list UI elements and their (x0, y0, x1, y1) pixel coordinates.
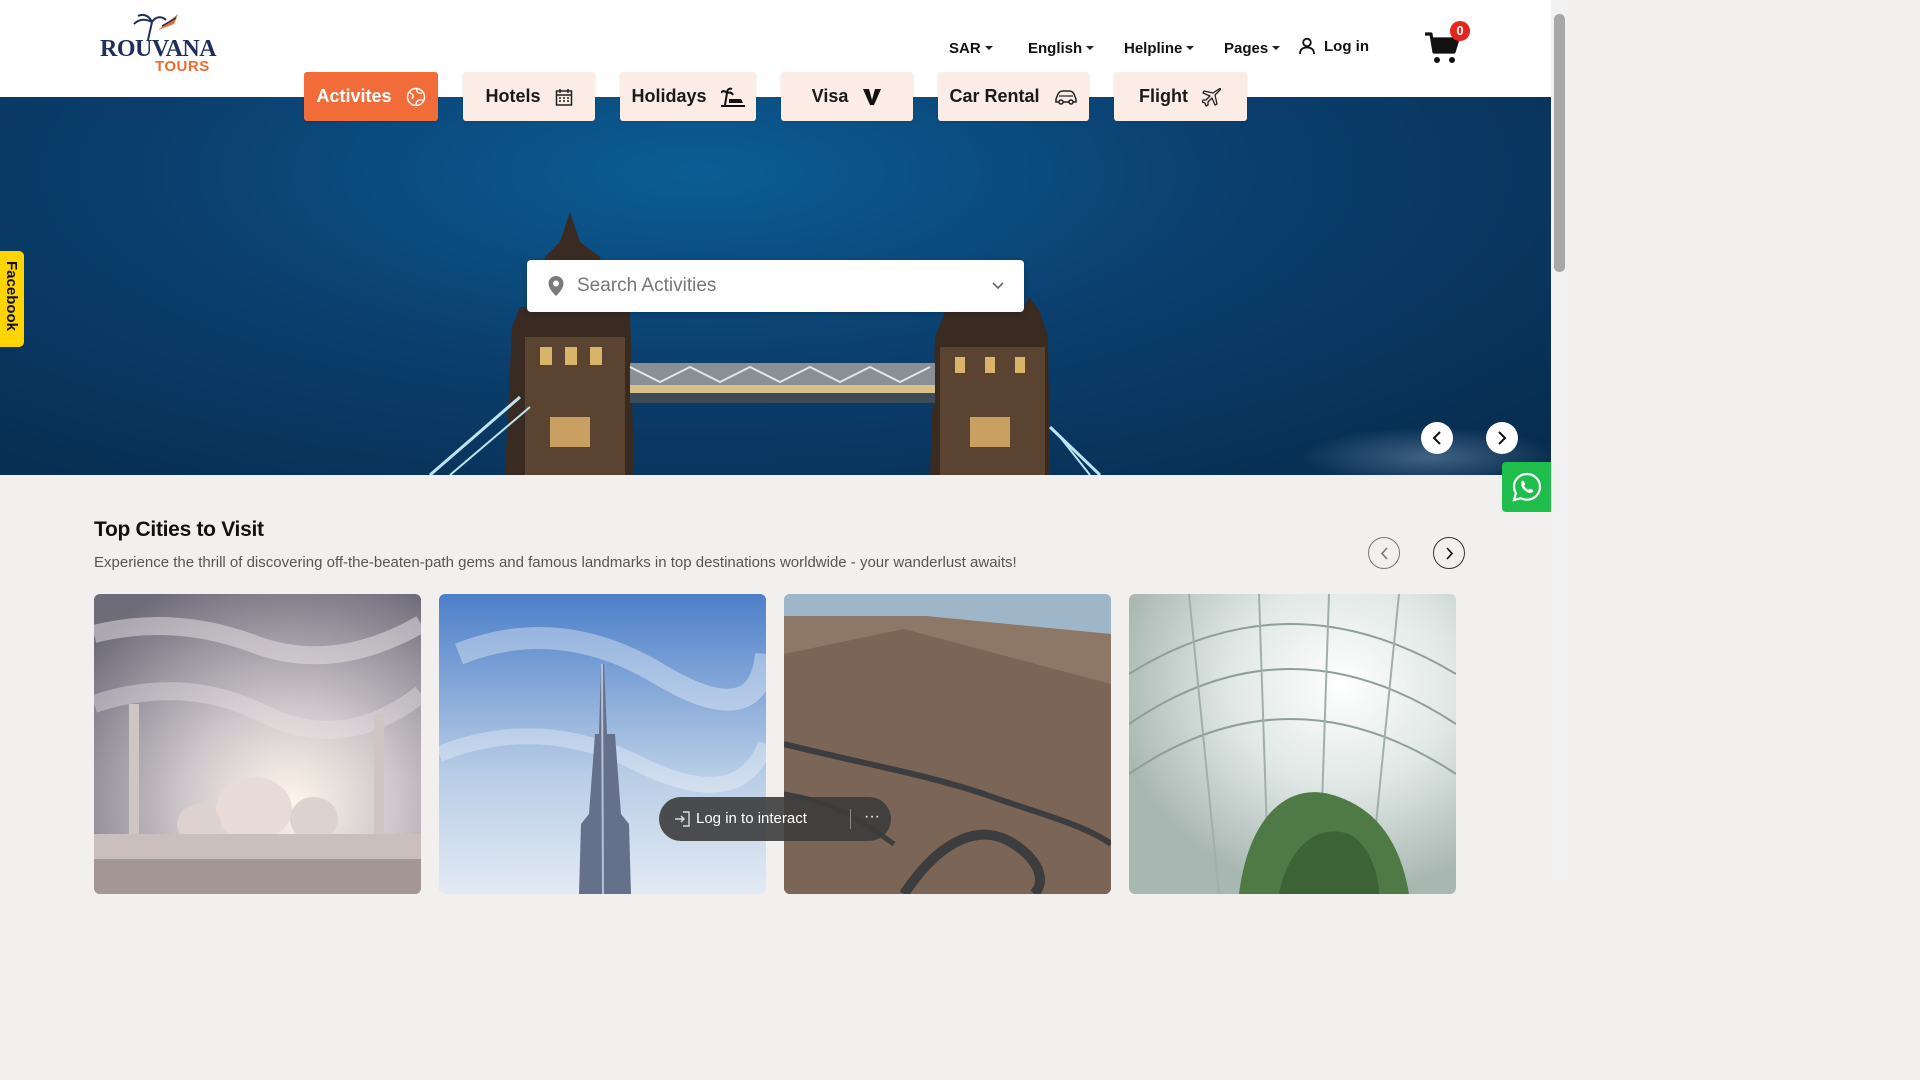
currency-label: SAR (949, 39, 981, 57)
jebel-jais-image (784, 594, 1111, 894)
chevron-right-icon (1445, 546, 1453, 560)
login-link[interactable]: Log in (1298, 34, 1369, 58)
tab-label: Activites (316, 86, 392, 106)
section-subtitle: Experience the thrill of discovering off… (94, 554, 1017, 571)
cloud-forest-image (1129, 594, 1456, 894)
chevron-left-icon (1380, 546, 1388, 560)
location-pin-icon (548, 276, 564, 296)
beach-icon (720, 87, 745, 107)
hero-prev-button[interactable] (1421, 422, 1453, 454)
tab-label: Car Rental (949, 86, 1040, 106)
user-icon (1299, 37, 1315, 55)
tab-label: Visa (811, 86, 849, 106)
pages-label: Pages (1224, 39, 1269, 57)
search-input[interactable] (577, 275, 992, 297)
car-icon (1054, 89, 1077, 105)
search-activities-box[interactable] (527, 260, 1024, 312)
tab-car-rental[interactable]: Car Rental (938, 72, 1089, 121)
city-card-ras-al-khaimah[interactable] (784, 594, 1111, 894)
chevron-left-icon (1432, 431, 1441, 445)
section-title: Top Cities to Visit (94, 518, 264, 541)
city-card-abu-dhabi[interactable] (94, 594, 421, 894)
helpline-label: Helpline (1124, 39, 1183, 57)
tab-holidays[interactable]: Holidays (620, 72, 756, 121)
facebook-label: Facebook (3, 261, 20, 332)
page-scrollbar[interactable] (1551, 0, 1568, 882)
cart-count-badge: 0 (1450, 21, 1470, 41)
cities-next-button[interactable] (1433, 537, 1465, 569)
hero-next-button[interactable] (1486, 422, 1518, 454)
plane-icon (1201, 87, 1222, 107)
tab-label: Hotels (485, 86, 541, 106)
whatsapp-button[interactable] (1502, 462, 1552, 512)
scrollbar-thumb[interactable] (1554, 14, 1565, 272)
caret-down-icon (1186, 46, 1195, 50)
more-options-icon[interactable]: ··· (864, 808, 880, 826)
tab-label: Flight (1139, 86, 1188, 106)
caret-down-icon (1272, 46, 1281, 50)
chevron-down-icon[interactable] (992, 282, 1004, 290)
pill-divider (850, 809, 851, 829)
pages-dropdown[interactable]: Pages (1224, 36, 1281, 60)
burj-khalifa-image (439, 594, 766, 894)
login-to-interact-pill[interactable]: Log in to interact ··· (659, 797, 891, 841)
tab-activites[interactable]: Activites (304, 72, 438, 121)
facebook-side-tab[interactable]: Facebook (0, 251, 24, 347)
language-label: English (1028, 39, 1083, 57)
chevron-right-icon (1498, 431, 1507, 445)
sign-in-icon (675, 811, 690, 827)
brand-tagline: TOURS (155, 58, 210, 75)
visa-icon (863, 88, 882, 105)
calendar-icon (555, 88, 572, 106)
tab-visa[interactable]: Visa (781, 72, 913, 121)
cities-prev-button[interactable] (1368, 537, 1400, 569)
tab-label: Holidays (631, 86, 707, 106)
city-card-dubai[interactable] (439, 594, 766, 894)
brand-logo[interactable]: ROUVANA TOURS (98, 12, 223, 78)
globe-icon (406, 87, 425, 106)
caret-down-icon (984, 46, 993, 50)
login-label: Log in (1324, 37, 1369, 55)
login-to-interact-label: Log in to interact (696, 810, 807, 827)
tab-hotels[interactable]: Hotels (463, 72, 595, 121)
helpline-dropdown[interactable]: Helpline (1124, 36, 1195, 60)
language-dropdown[interactable]: English (1028, 36, 1095, 60)
caret-down-icon (1086, 46, 1095, 50)
city-card-singapore[interactable] (1129, 594, 1456, 894)
currency-dropdown[interactable]: SAR (949, 36, 993, 60)
grand-mosque-image (94, 594, 421, 894)
site-header: ROUVANA TOURS SAR English Helpline Pages… (0, 0, 1551, 97)
tab-flight[interactable]: Flight (1114, 72, 1247, 121)
whatsapp-icon (1512, 472, 1542, 502)
